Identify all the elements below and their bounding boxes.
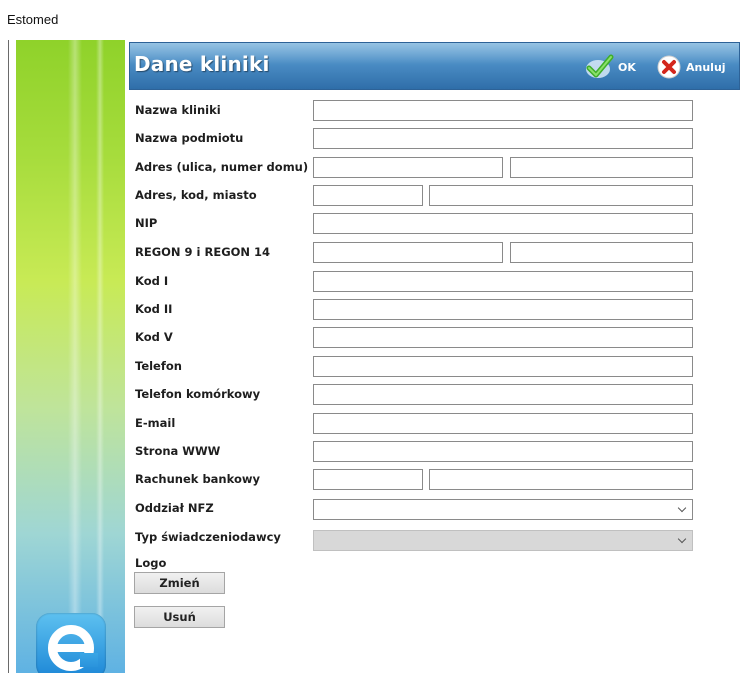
label-code1: Kod I (135, 274, 169, 288)
mobile-input[interactable] (313, 384, 693, 405)
bank-account-part1-input[interactable] (313, 469, 423, 490)
label-email: E-mail (135, 416, 176, 430)
nfz-branch-select[interactable] (313, 499, 693, 520)
app-title: Estomed (7, 12, 59, 27)
email-input[interactable] (313, 413, 693, 434)
e-logo-icon (36, 613, 106, 673)
change-logo-button[interactable]: Zmień (134, 572, 225, 594)
code2-input[interactable] (313, 299, 693, 320)
ok-button[interactable]: OK (584, 54, 636, 80)
code5-input[interactable] (313, 327, 693, 348)
sidebar-decoration (16, 40, 125, 673)
label-website: Strona WWW (135, 444, 221, 458)
house-number-input[interactable] (510, 157, 693, 178)
city-input[interactable] (429, 185, 693, 206)
dialog-title: Dane kliniki (134, 52, 270, 76)
label-clinic-name: Nazwa kliniki (135, 103, 221, 117)
postal-code-input[interactable] (313, 185, 423, 206)
website-input[interactable] (313, 441, 693, 462)
cancel-label: Anuluj (686, 60, 726, 74)
phone-input[interactable] (313, 356, 693, 377)
label-code5: Kod V (135, 330, 173, 344)
ok-label: OK (618, 60, 636, 74)
dialog-header: Dane kliniki OK Anuluj (129, 42, 740, 90)
label-entity-name: Nazwa podmiotu (135, 131, 244, 145)
regon9-input[interactable] (313, 242, 503, 263)
label-nip: NIP (135, 216, 158, 230)
entity-name-input[interactable] (313, 128, 693, 149)
code1-input[interactable] (313, 271, 693, 292)
nip-input[interactable] (313, 213, 693, 234)
street-input[interactable] (313, 157, 503, 178)
cancel-button[interactable]: Anuluj (656, 54, 726, 80)
window-edge (8, 40, 9, 673)
label-phone: Telefon (135, 359, 182, 373)
label-address-street: Adres (ulica, numer domu) (135, 160, 309, 174)
label-code2: Kod II (135, 302, 173, 316)
provider-type-select (313, 530, 693, 551)
close-icon (656, 54, 682, 80)
label-logo: Logo (135, 556, 167, 570)
label-provider-type: Typ świadczeniodawcy (135, 530, 281, 544)
label-mobile: Telefon komórkowy (135, 387, 261, 401)
bank-account-part2-input[interactable] (429, 469, 693, 490)
check-icon (584, 54, 614, 80)
label-regon: REGON 9 i REGON 14 (135, 245, 271, 259)
label-nfz-branch: Oddział NFZ (135, 501, 214, 515)
clinic-name-input[interactable] (313, 100, 693, 121)
label-address-city: Adres, kod, miasto (135, 188, 257, 202)
remove-logo-button[interactable]: Usuń (134, 606, 225, 628)
label-bank-account: Rachunek bankowy (135, 472, 260, 486)
regon14-input[interactable] (510, 242, 693, 263)
